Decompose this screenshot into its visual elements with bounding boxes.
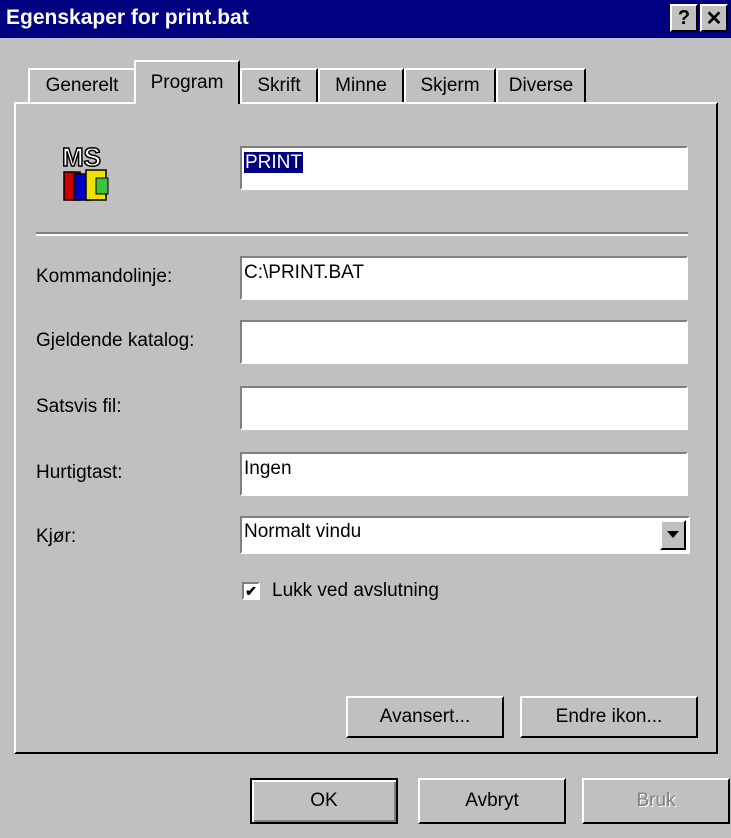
batch-file-label: Satsvis fil: (36, 396, 122, 417)
shortcut-key-value: Ingen (244, 458, 292, 479)
change-icon-button[interactable]: Endre ikon... (520, 696, 698, 738)
properties-dialog: Egenskaper for print.bat ? ✕ Generelt Pr… (0, 0, 731, 838)
close-on-exit-checkbox[interactable]: ✔ (242, 582, 260, 600)
run-mode-select[interactable]: Normalt vindu (240, 516, 690, 554)
run-label: Kjør: (36, 526, 77, 547)
command-line-value: C:\PRINT.BAT (244, 262, 364, 283)
icon-text-ms: MS (62, 142, 101, 172)
advanced-button[interactable]: Avansert... (346, 696, 504, 738)
run-mode-value: Normalt vindu (244, 521, 362, 542)
shortcut-key-field[interactable]: Ingen (240, 452, 688, 496)
program-name-value: PRINT (244, 152, 303, 173)
run-mode-dropdown-button[interactable] (660, 520, 686, 550)
separator-line (36, 232, 688, 236)
ms-dos-icon: MS (60, 140, 122, 204)
advanced-button-label: Avansert... (379, 706, 471, 727)
shortcut-key-label: Hurtigtast: (36, 462, 123, 483)
working-directory-label: Gjeldende katalog: (36, 330, 195, 351)
close-on-exit-label[interactable]: Lukk ved avslutning (272, 580, 439, 602)
command-line-label: Kommandolinje: (36, 266, 173, 287)
command-line-field[interactable]: C:\PRINT.BAT (240, 256, 688, 300)
program-content: MS PRINT Kommandolinje: C:\PRINT.BAT Gje… (0, 0, 731, 838)
change-icon-button-label: Endre ikon... (555, 706, 663, 727)
working-directory-field[interactable] (240, 320, 688, 364)
checkmark-icon: ✔ (245, 583, 257, 599)
program-name-field[interactable]: PRINT (240, 146, 688, 190)
batch-file-field[interactable] (240, 386, 688, 430)
chevron-down-icon (667, 526, 679, 544)
